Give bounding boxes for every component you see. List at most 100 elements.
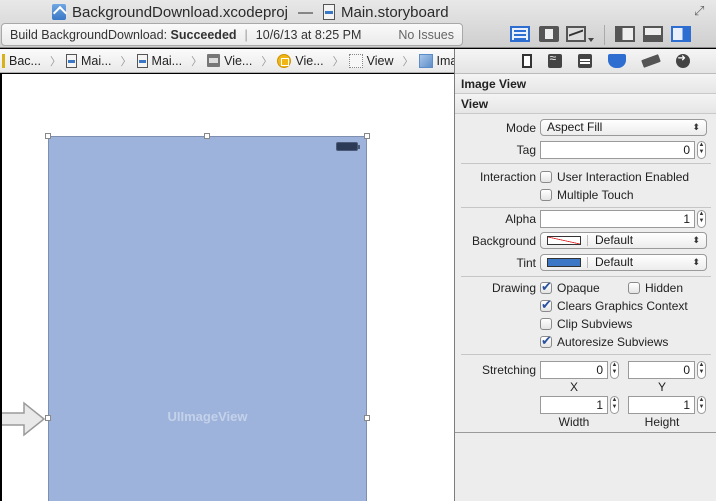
tag-stepper[interactable]: ▲ ▼ <box>697 141 706 159</box>
tag-label: Tag <box>516 143 536 157</box>
quick-help-icon[interactable] <box>547 51 562 68</box>
stepper-down-icon[interactable]: ▼ <box>612 369 618 375</box>
checkbox-box[interactable] <box>540 333 552 349</box>
stepper-up-icon[interactable]: ▲ <box>612 362 618 368</box>
tag-field[interactable]: 0 <box>540 141 695 159</box>
autoresize-subviews-checkbox[interactable]: Autoresize Subviews <box>540 333 668 349</box>
stretching-height-stepper[interactable]: ▲ ▼ <box>697 396 706 414</box>
battery-icon <box>336 142 360 151</box>
build-status: Succeeded <box>170 27 237 42</box>
resize-handle-top-left[interactable] <box>45 133 51 139</box>
multiple-touch-checkbox[interactable]: Multiple Touch <box>540 188 634 202</box>
toolbar-divider <box>604 25 605 45</box>
standard-editor-icon[interactable] <box>510 26 530 42</box>
stretching-x-stepper[interactable]: ▲ ▼ <box>610 361 619 379</box>
file-inspector-icon[interactable] <box>521 54 532 68</box>
hidden-checkbox[interactable]: Hidden <box>628 281 683 295</box>
drawing-label: Drawing <box>491 281 536 295</box>
divider <box>461 354 711 355</box>
project-file-name: BackgroundDownload.xcodeproj <box>72 3 288 21</box>
checkbox-label: Opaque <box>557 281 600 295</box>
stepper-down-icon[interactable]: ▼ <box>699 369 705 375</box>
checkbox-label: Multiple Touch <box>557 188 634 202</box>
fullscreen-icon[interactable]: ⤢ <box>694 4 708 18</box>
stepper-up-icon[interactable]: ▲ <box>612 397 618 403</box>
issues-status[interactable]: No Issues <box>398 28 454 42</box>
size-inspector-icon[interactable] <box>640 54 661 68</box>
stretching-height-caption: Height <box>644 415 680 429</box>
stepper-down-icon[interactable]: ▼ <box>699 218 705 224</box>
opaque-checkbox[interactable]: Opaque <box>540 279 600 295</box>
resize-handle-top[interactable] <box>204 133 210 139</box>
interaction-label: Interaction <box>479 170 536 184</box>
clip-subviews-checkbox[interactable]: Clip Subviews <box>540 317 632 331</box>
stretching-width-field[interactable]: 1 <box>540 396 608 414</box>
image-view-icon <box>418 53 433 68</box>
mode-value: Aspect Fill <box>547 120 603 134</box>
attributes-inspector-icon[interactable] <box>607 54 626 68</box>
breadcrumb-storyboard-group[interactable]: Mai... 〉 <box>65 53 137 69</box>
mode-label: Mode <box>505 121 536 135</box>
background-value: Default <box>595 233 634 247</box>
stepper-down-icon[interactable]: ▼ <box>699 149 705 155</box>
chevron-right-icon: 〉 <box>332 55 344 68</box>
checkbox-label: Clip Subviews <box>557 317 633 331</box>
background-popup[interactable]: Default ⬍ <box>540 232 707 249</box>
identity-inspector-icon[interactable] <box>577 54 592 68</box>
alpha-field[interactable]: 1 <box>540 210 695 228</box>
clears-graphics-context-checkbox[interactable]: Clears Graphics Context <box>540 297 688 313</box>
background-label: Background <box>471 234 536 248</box>
assistant-editor-icon[interactable] <box>539 26 559 42</box>
storyboard-icon <box>322 4 335 20</box>
debug-area-toggle-icon[interactable] <box>643 26 663 42</box>
utilities-toggle-icon[interactable] <box>671 26 691 42</box>
storyboard-canvas[interactable]: UIImageView <box>0 74 454 501</box>
stepper-down-icon[interactable]: ▼ <box>699 404 705 410</box>
user-interaction-enabled-checkbox[interactable]: User Interaction Enabled <box>540 170 689 184</box>
view-section-body: Mode Aspect Fill ⬍ Tag 0 ▲ ▼ Interaction … <box>455 118 716 501</box>
chevron-right-icon: 〉 <box>120 55 132 68</box>
image-view-object[interactable]: UIImageView <box>48 136 367 501</box>
breadcrumb-label: Bac... <box>9 53 41 68</box>
stretching-y-stepper[interactable]: ▲ ▼ <box>697 361 706 379</box>
checkbox-box[interactable] <box>540 318 552 330</box>
alpha-row: Alpha 1 ▲ ▼ <box>455 209 716 229</box>
checkbox-box[interactable] <box>540 189 552 201</box>
stepper-up-icon[interactable]: ▲ <box>699 142 705 148</box>
breadcrumb-project[interactable]: Bac... 〉 <box>2 53 66 69</box>
stretching-size-row: 1 ▲ ▼ 1 ▲ ▼ <box>455 395 716 415</box>
checkbox-box[interactable] <box>540 297 552 313</box>
stretching-y-field[interactable]: 0 <box>628 361 695 379</box>
alpha-stepper[interactable]: ▲ ▼ <box>697 210 706 228</box>
version-editor-icon[interactable] <box>566 26 586 42</box>
connections-inspector-icon[interactable] <box>675 53 690 68</box>
stretching-x-field[interactable]: 0 <box>540 361 608 379</box>
navigator-toggle-icon[interactable] <box>615 26 635 42</box>
tint-popup[interactable]: Default ⬍ <box>540 254 707 271</box>
window-toolbar: BackgroundDownload.xcodeproj — Main.stor… <box>0 0 716 48</box>
resize-handle-right[interactable] <box>364 415 370 421</box>
breadcrumb-view-controller[interactable]: Vie... 〉 <box>277 53 348 69</box>
tint-row: Tint Default ⬍ <box>455 253 716 273</box>
stepper-down-icon[interactable]: ▼ <box>612 404 618 410</box>
breadcrumb-storyboard[interactable]: Mai... 〉 <box>136 53 208 69</box>
version-editor-menu-caret[interactable] <box>588 38 594 42</box>
stretching-width-stepper[interactable]: ▲ ▼ <box>610 396 619 414</box>
stretching-height-field[interactable]: 1 <box>628 396 695 414</box>
breadcrumb-view[interactable]: View 〉 <box>348 53 419 69</box>
stepper-up-icon[interactable]: ▲ <box>699 362 705 368</box>
checkbox-box[interactable] <box>540 171 552 183</box>
checkbox-box[interactable] <box>628 282 640 294</box>
stepper-up-icon[interactable]: ▲ <box>699 211 705 217</box>
stretching-x-caption: X <box>569 380 578 394</box>
tint-value: Default <box>595 255 634 269</box>
breadcrumb-scene[interactable]: Vie... 〉 <box>207 53 277 69</box>
resize-handle-top-right[interactable] <box>364 133 370 139</box>
stepper-up-icon[interactable]: ▲ <box>699 397 705 403</box>
initial-scene-arrow-icon <box>0 401 46 437</box>
image-view-placeholder-label: UIImageView <box>167 409 248 424</box>
project-icon <box>2 53 5 68</box>
checkbox-box[interactable] <box>540 279 552 295</box>
build-prefix: Build BackgroundDownload: <box>10 27 168 42</box>
mode-popup[interactable]: Aspect Fill ⬍ <box>540 119 707 136</box>
